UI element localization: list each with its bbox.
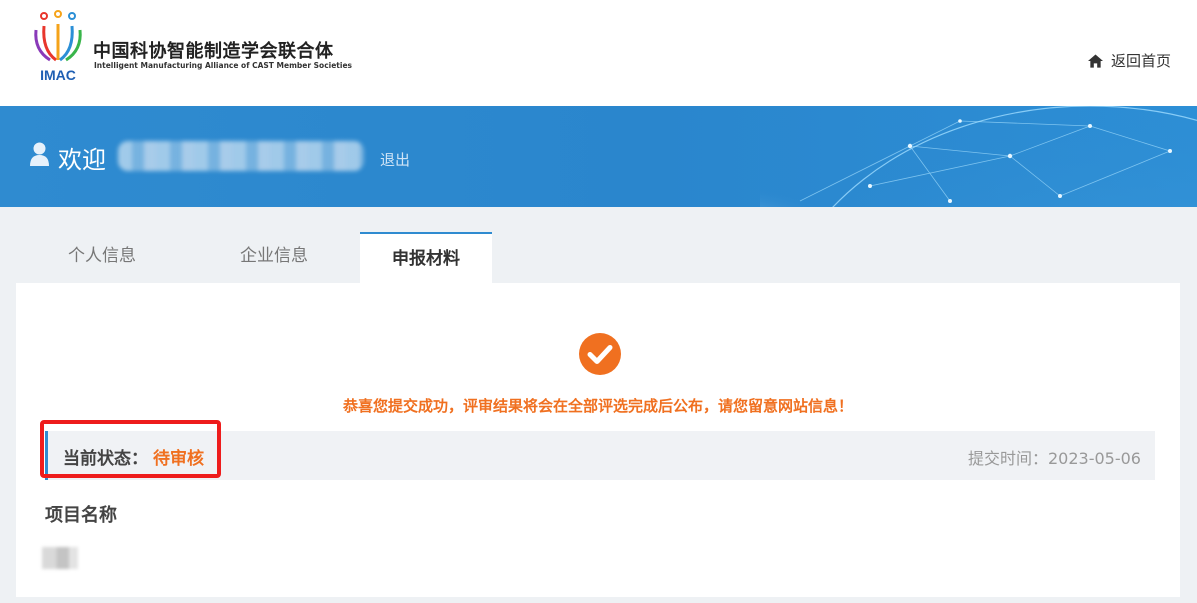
content-panel: 恭喜您提交成功，评审结果将会在全部评选完成后公布，请您留意网站信息！ 当前状态：… xyxy=(16,283,1180,597)
imac-logo-icon: IMAC xyxy=(34,10,82,83)
user-icon xyxy=(30,142,49,166)
tab-company-info[interactable]: 企业信息 xyxy=(202,232,346,283)
logo-abbrev: IMAC xyxy=(40,67,76,83)
org-name-en: Intelligent Manufacturing Alliance of CA… xyxy=(94,61,353,70)
status-bar: 当前状态： 待审核 提交时间：2023-05-06 xyxy=(45,431,1155,480)
logout-link[interactable]: 退出 xyxy=(380,149,410,170)
redacted-username xyxy=(118,141,364,171)
home-icon xyxy=(1087,53,1103,68)
home-link[interactable]: 返回首页 xyxy=(1087,50,1171,71)
welcome-text: 欢迎 xyxy=(58,146,106,174)
redacted-project-name xyxy=(42,547,78,569)
submit-time: 提交时间：2023-05-06 xyxy=(968,449,1141,468)
org-name-cn: 中国科协智能制造学会联合体 xyxy=(93,41,334,62)
site-header: IMAC 中国科协智能制造学会联合体 Intelligent Manufactu… xyxy=(0,0,1197,106)
welcome-banner: 欢迎 退出 xyxy=(0,106,1197,207)
logo[interactable]: IMAC 中国科协智能制造学会联合体 Intelligent Manufactu… xyxy=(30,10,360,86)
project-name-heading: 项目名称 xyxy=(45,505,117,526)
check-circle-icon xyxy=(579,333,621,375)
tab-application-materials[interactable]: 申报材料 xyxy=(360,232,492,283)
status-label: 当前状态： xyxy=(63,449,148,469)
status-badge: 待审核 xyxy=(153,449,204,469)
success-message: 恭喜您提交成功，评审结果将会在全部评选完成后公布，请您留意网站信息！ xyxy=(342,397,853,415)
globe-graphic xyxy=(760,106,1197,207)
home-link-label: 返回首页 xyxy=(1110,52,1171,70)
tab-personal-info[interactable]: 个人信息 xyxy=(30,232,174,283)
